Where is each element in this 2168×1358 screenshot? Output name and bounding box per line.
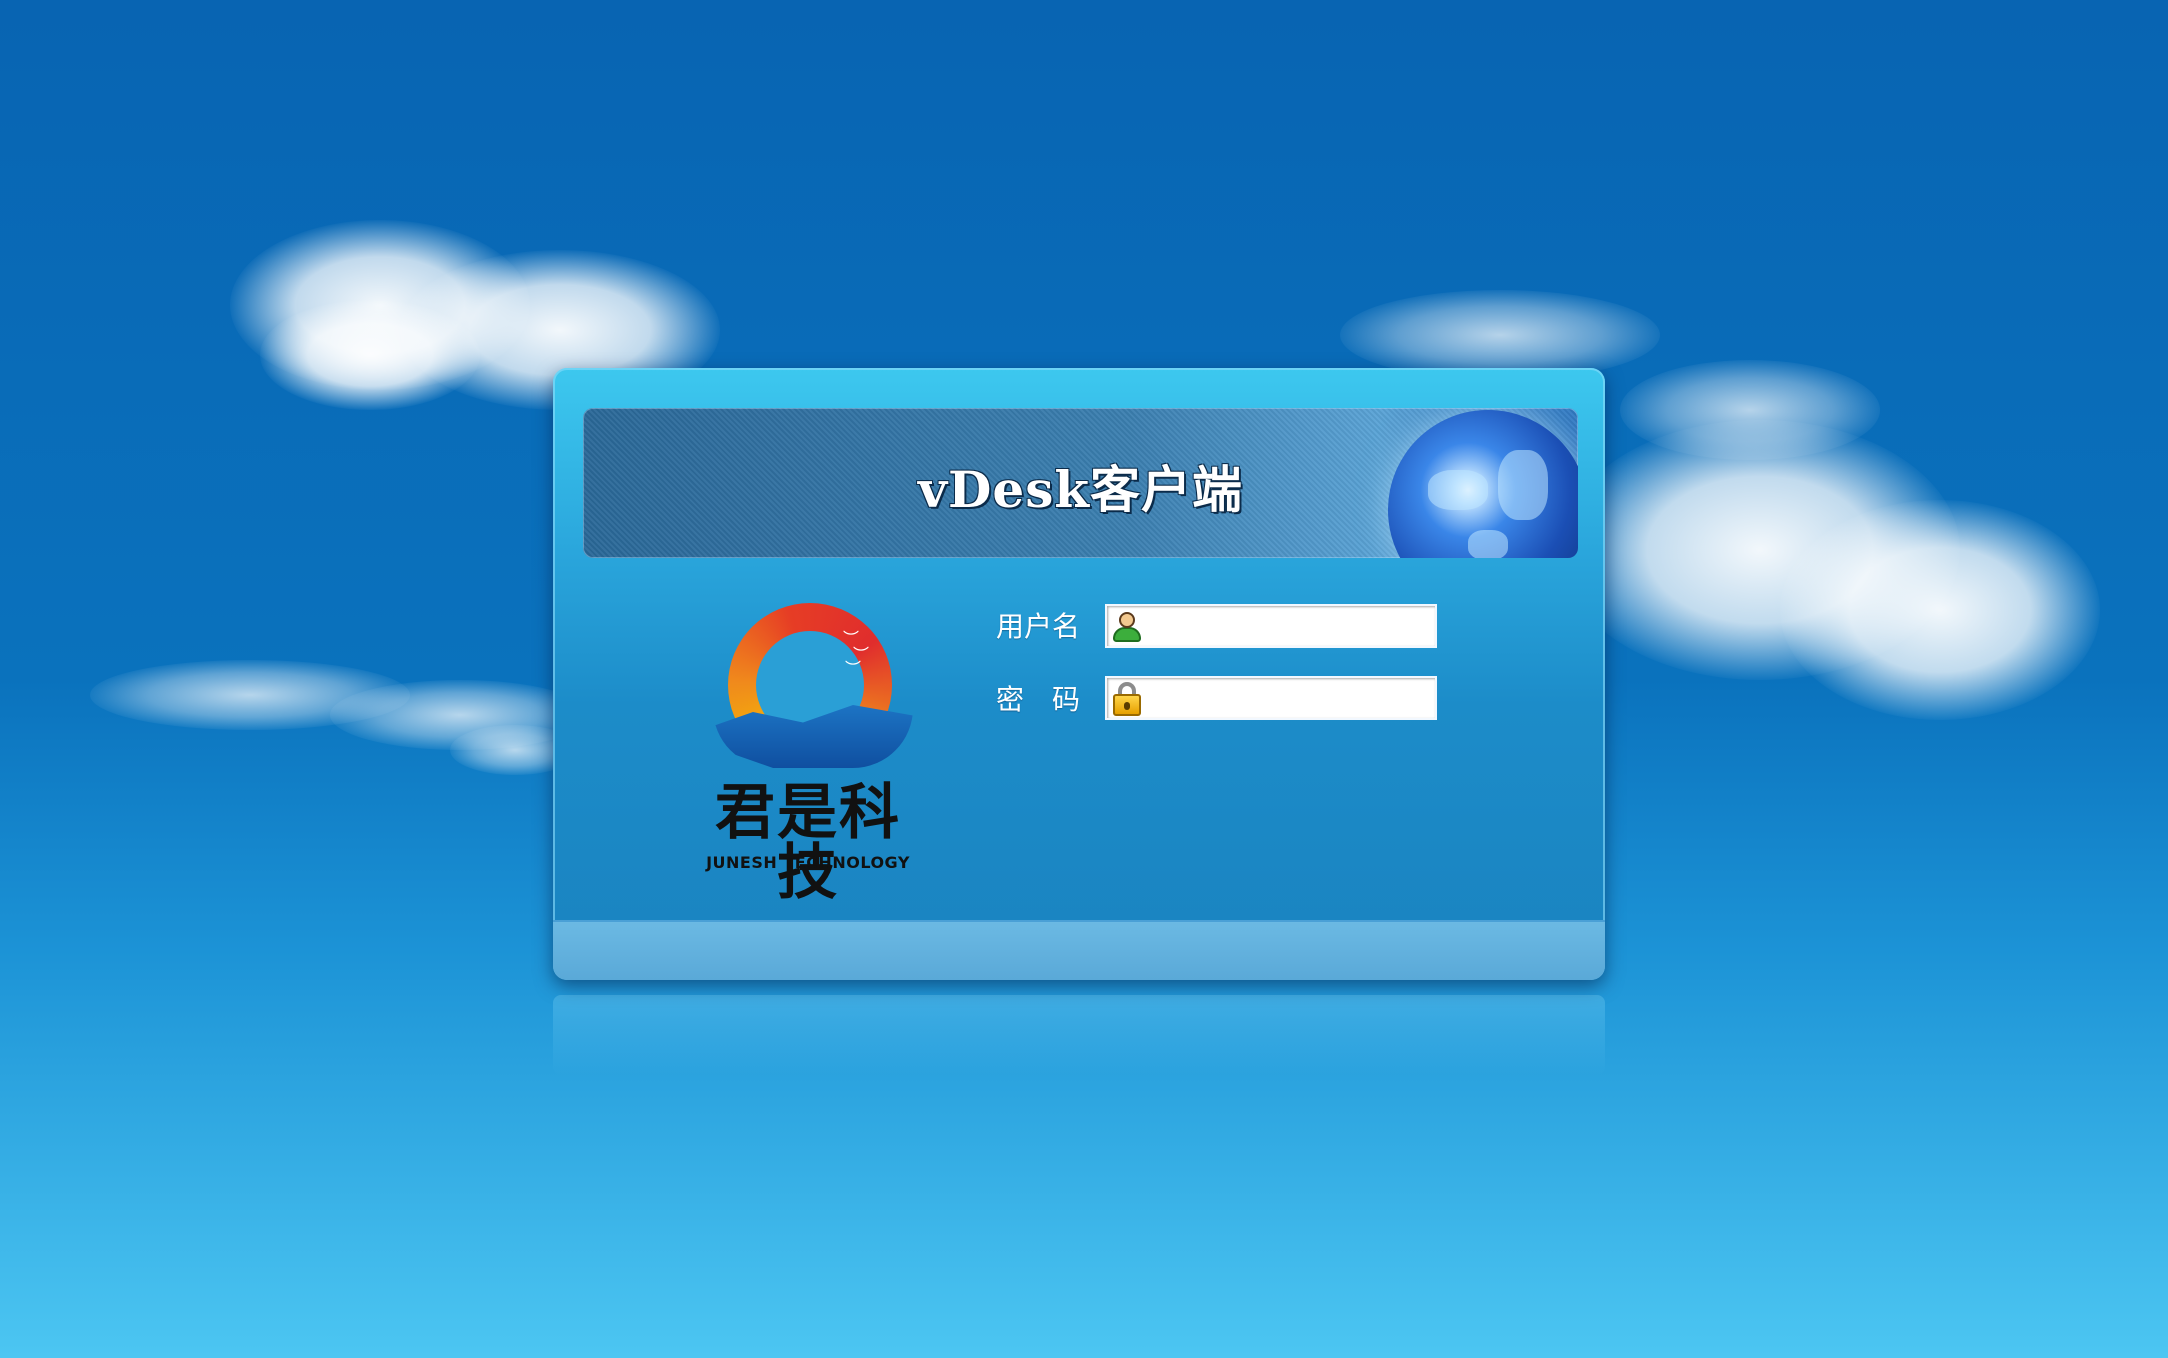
- user-icon: [1107, 606, 1147, 646]
- panel-reflection: [553, 995, 1605, 1075]
- password-field[interactable]: [1105, 676, 1437, 720]
- lock-icon: [1107, 678, 1147, 718]
- cloud: [1340, 290, 1660, 380]
- company-name-cn: 君是科技: [715, 778, 901, 908]
- password-label: 密 码: [996, 683, 1081, 716]
- bird-icon: ︶: [845, 659, 862, 678]
- username-input[interactable]: [1147, 606, 1435, 646]
- username-label: 用户名: [996, 610, 1081, 643]
- username-field[interactable]: [1105, 604, 1437, 648]
- company-logo: ︶ ︶ ︶ 君是科技 JUNESH TECHNOLOGY: [693, 603, 923, 903]
- globe-landmass: [1468, 530, 1508, 558]
- password-input[interactable]: [1147, 678, 1435, 718]
- cloud: [260, 300, 480, 410]
- title-banner: vDesk客户端: [583, 408, 1578, 558]
- login-window: vDesk客户端 ︶ ︶ ︶ 君是科技 JUNESH TECHNOLOGY 用户…: [553, 368, 1605, 980]
- company-name-en: JUNESH TECHNOLOGY: [706, 853, 910, 872]
- footer-bar: [553, 920, 1605, 980]
- cloud: [1620, 360, 1880, 460]
- cloud: [1780, 500, 2100, 720]
- app-title: vDesk客户端: [917, 460, 1244, 519]
